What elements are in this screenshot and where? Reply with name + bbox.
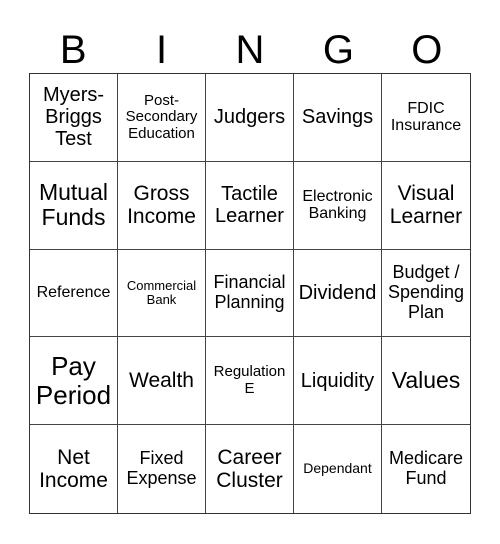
bingo-cell[interactable]: Regulation E [206, 337, 294, 426]
bingo-cell[interactable]: Career Cluster [206, 425, 294, 513]
bingo-cell[interactable]: Post- Secondary Education [118, 74, 206, 162]
bingo-cell[interactable]: Reference [30, 249, 118, 338]
header-letter-n: N [235, 28, 265, 72]
bingo-cell[interactable]: Values [382, 337, 470, 426]
bingo-cell[interactable]: Gross Income [118, 161, 206, 250]
bingo-cell[interactable]: Savings [294, 74, 382, 162]
bingo-cell[interactable]: Electronic Banking [294, 161, 382, 250]
header-letter-g: G [322, 28, 354, 72]
bingo-cell[interactable]: Financial Planning [206, 249, 294, 338]
bingo-cell[interactable]: Liquidity [294, 337, 382, 426]
bingo-header: B I N G O [29, 28, 471, 72]
bingo-cell[interactable]: Net Income [30, 425, 118, 513]
header-letter-i: I [156, 28, 168, 72]
bingo-cell[interactable]: Commercial Bank [118, 249, 206, 338]
bingo-cell[interactable]: FDIC Insurance [382, 74, 470, 162]
bingo-cell[interactable]: Medicare Fund [382, 425, 470, 513]
header-letter-b: B [59, 28, 87, 72]
bingo-cell[interactable]: Judgers [206, 74, 294, 162]
bingo-cell[interactable]: Mutual Funds [30, 161, 118, 250]
bingo-cell[interactable]: Budget / Spending Plan [382, 250, 470, 338]
bingo-card-grid: Myers- Briggs Test Post- Secondary Educa… [29, 73, 471, 514]
bingo-cell[interactable]: Fixed Expense [118, 425, 206, 513]
header-letter-o: O [411, 28, 443, 72]
bingo-cell[interactable]: Wealth [118, 337, 206, 426]
bingo-cell[interactable]: Pay Period [30, 337, 118, 426]
bingo-cell[interactable]: Dependant [294, 425, 382, 513]
bingo-cell[interactable]: Dividend [294, 249, 382, 338]
bingo-cell[interactable]: Tactile Learner [206, 161, 294, 250]
bingo-cell[interactable]: Visual Learner [382, 162, 470, 250]
bingo-cell[interactable]: Myers- Briggs Test [30, 74, 118, 162]
